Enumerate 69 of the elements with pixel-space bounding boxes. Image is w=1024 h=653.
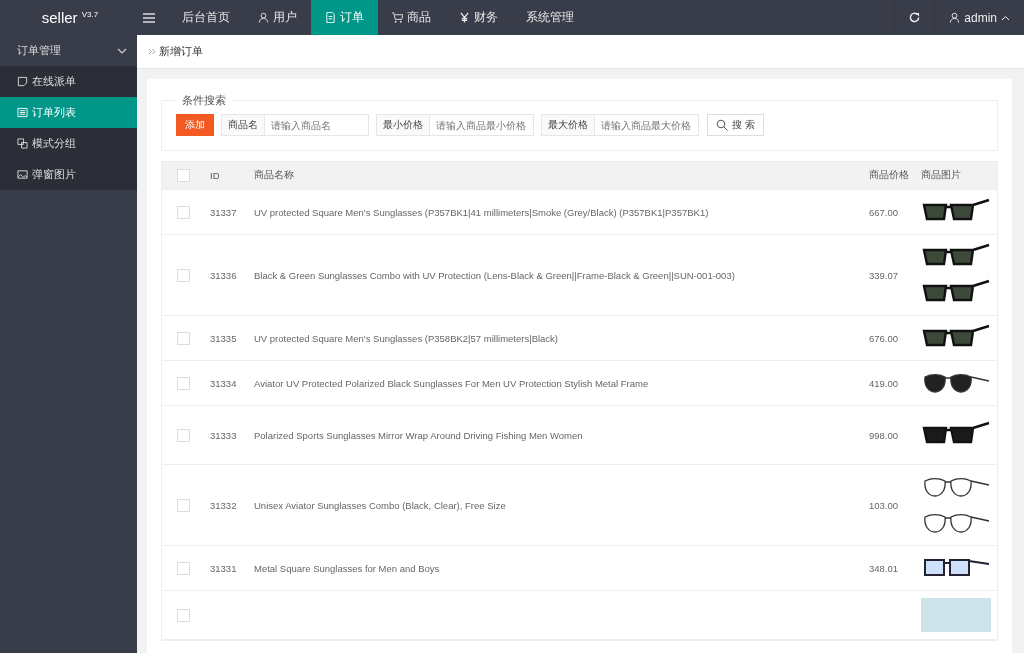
row-checkbox[interactable]: [176, 561, 190, 575]
field-label: 商品名: [221, 114, 265, 136]
user-icon: [949, 12, 961, 23]
nav-tab[interactable]: 商品: [378, 0, 445, 35]
table-cell: 419.00: [869, 377, 899, 389]
filter-legend: 条件搜索: [176, 93, 232, 108]
table-cell: Black & Green Sunglasses Combo with UV Protection (Lens-Black & Green||Frame-Black & Green||SUN-001-003): [254, 269, 735, 281]
list-icon: [17, 107, 28, 118]
column-header: 商品价格: [868, 169, 910, 182]
table-cell: UV protected Square Men's Sunglasses (P357BK1|41 millimeters|Smoke (Grey/Black) (P357BK1|P357BK1): [254, 206, 709, 218]
table-cell: 103.00: [869, 499, 899, 511]
table-cell: 998.00: [869, 429, 899, 441]
field-label: 最大价格: [541, 114, 595, 136]
filter-input[interactable]: 请输入商品最大价格: [595, 114, 699, 136]
table-cell: 31336: [210, 269, 237, 281]
row-checkbox[interactable]: [176, 268, 190, 282]
sidebar-item[interactable]: 模式分组: [0, 128, 137, 159]
sidebar-item[interactable]: 在线派单: [0, 66, 137, 97]
chevron-icon: [117, 47, 127, 54]
column-header: ID: [209, 170, 221, 181]
table-cell: 31334: [210, 377, 237, 389]
row-checkbox[interactable]: [176, 428, 190, 442]
row-checkbox[interactable]: [176, 498, 190, 512]
table-cell: 31331: [210, 562, 237, 574]
table-cell: 31333: [210, 429, 237, 441]
search-button[interactable]: 搜 索: [707, 114, 764, 136]
breadcrumb-separator-icon: [148, 48, 156, 55]
logo-text: seller $^{V3.7}$: [40, 9, 100, 26]
table-cell: Unisex Aviator Sunglasses Combo (Black, Clear), Free Size: [254, 499, 506, 511]
filter-input[interactable]: 请输入商品最小价格: [430, 114, 534, 136]
row-checkbox[interactable]: [176, 205, 190, 219]
table-cell: Aviator UV Protected Polarized Black Sunglasses For Men UV Protection Stylish Metal Frame: [254, 377, 649, 389]
table-cell: Metal Square Sunglasses for Men and Boys: [254, 562, 440, 574]
table-cell: UV protected Square Men's Sunglasses (P358BK2|57 millimeters|Black): [254, 332, 559, 344]
user-icon: [258, 12, 269, 23]
table-cell: 667.00: [869, 206, 899, 218]
field-label: 最小价格: [376, 114, 430, 136]
row-checkbox[interactable]: [176, 376, 190, 390]
nav-tab[interactable]: 订单: [311, 0, 378, 35]
table-cell: 31337: [210, 206, 237, 218]
filter-input[interactable]: 请输入商品名: [265, 114, 369, 136]
table-cell: 676.00: [869, 332, 899, 344]
row-checkbox[interactable]: [176, 608, 190, 622]
picture-icon: [17, 169, 28, 180]
cart-icon: [392, 12, 403, 23]
note-icon: [17, 76, 28, 87]
nav-tab[interactable]: 财务: [445, 0, 512, 35]
select-all-checkbox[interactable]: [176, 169, 190, 182]
table-cell: 31332: [210, 499, 237, 511]
sidebar-item[interactable]: 弹窗图片: [0, 159, 137, 190]
sidebar-group[interactable]: 订单管理: [0, 35, 137, 66]
table-cell: 31335: [210, 332, 237, 344]
row-checkbox[interactable]: [176, 331, 190, 345]
caret-icon: [1001, 14, 1010, 21]
nav-tab[interactable]: 系统管理: [512, 0, 588, 35]
table-cell: 339.07: [869, 269, 899, 281]
nav-tab[interactable]: 后台首页: [168, 0, 244, 35]
column-header: 商品名称: [253, 169, 295, 182]
column-header: 商品图片: [920, 169, 962, 182]
breadcrumb: 新增订单: [159, 44, 203, 59]
photo-placeholder: [921, 598, 991, 632]
search-icon: [716, 119, 728, 131]
sidebar-item[interactable]: 订单列表: [0, 97, 137, 128]
table-cell: 348.01: [869, 562, 899, 574]
nav-tab[interactable]: 用户: [244, 0, 311, 35]
yen-icon: [459, 12, 470, 23]
squares-icon: [17, 138, 28, 149]
table-cell: Polarized Sports Sunglasses Mirror Wrap Around Driving Fishing Men Women: [254, 429, 583, 441]
document-icon: [325, 12, 336, 23]
